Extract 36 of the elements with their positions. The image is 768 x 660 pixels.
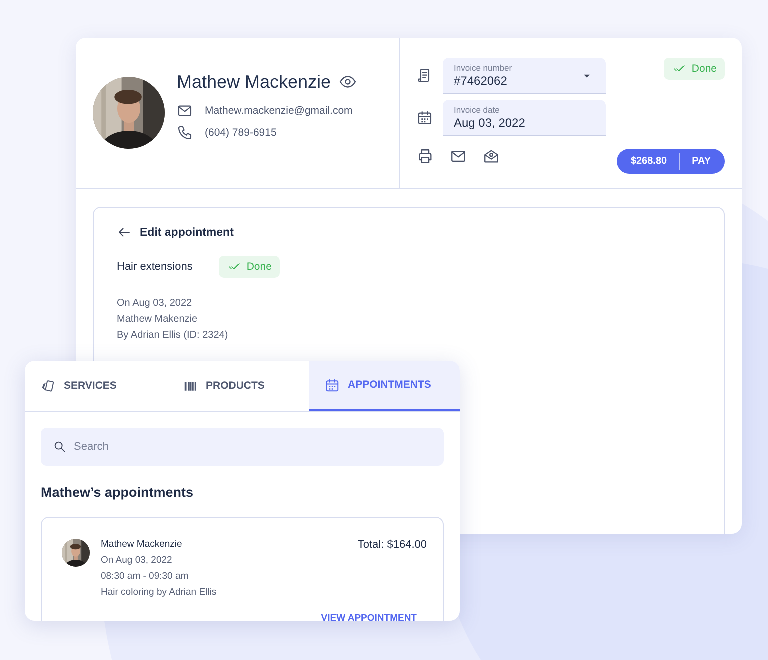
- detail-text: By Adrian Ellis (ID: 2324): [117, 330, 230, 341]
- open-envelope-icon[interactable]: [483, 148, 500, 165]
- field-label: Invoice date: [454, 105, 501, 115]
- back-arrow-icon[interactable]: [117, 225, 132, 240]
- email-text: Mathew.mackenzie@gmail.com: [205, 104, 353, 116]
- cards-icon: [41, 378, 56, 394]
- status-badge: Done: [664, 58, 725, 80]
- field-label: Invoice number: [454, 63, 514, 73]
- calendar-icon: [325, 378, 340, 392]
- search-icon: [53, 440, 67, 454]
- section-title: Edit appointment: [140, 226, 234, 238]
- appointment-text: On Aug 03, 2022: [101, 555, 174, 566]
- service-name: Hair extensions: [117, 261, 193, 273]
- view-link[interactable]: VIEW APPOINTMENT: [321, 613, 427, 621]
- client-name: Mathew Mackenzie: [101, 539, 184, 550]
- total-text: Total: $164.00: [358, 539, 427, 551]
- detail-text: On Aug 03, 2022: [117, 298, 194, 309]
- mail-icon[interactable]: [450, 148, 467, 165]
- detail-text: Mathew Makenzie: [117, 314, 199, 325]
- appointment-text: Hair coloring by Adrian Ellis: [101, 587, 218, 598]
- tab[interactable]: APPOINTMENTS: [309, 361, 460, 411]
- customer-name: Mathew Mackenzie: [177, 72, 332, 92]
- search-field[interactable]: Search: [41, 428, 444, 466]
- status-badge: Done: [218, 256, 280, 278]
- appointment-text: 08:30 am - 09:30 am: [101, 571, 190, 582]
- input-field[interactable]: Invoice date Aug 03, 2022: [443, 100, 606, 136]
- phone-icon: [177, 124, 193, 140]
- printer-icon[interactable]: [417, 148, 434, 165]
- phone-text: (604) 789-6915: [205, 126, 277, 138]
- tab[interactable]: PRODUCTS: [167, 361, 309, 411]
- tab[interactable]: SERVICES: [25, 361, 167, 411]
- eye-icon[interactable]: [339, 73, 358, 91]
- pay-button[interactable]: $268.80 PAY: [616, 149, 725, 174]
- calendar-icon: [417, 110, 433, 126]
- section-heading: Mathew’s appointments: [41, 485, 195, 500]
- input-field[interactable]: Invoice number #7462062: [443, 58, 606, 94]
